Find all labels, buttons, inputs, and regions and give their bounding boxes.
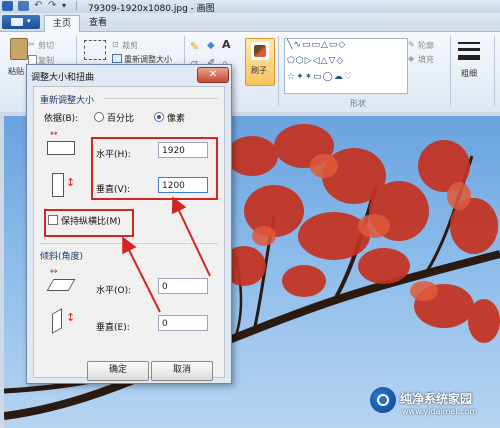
watermark-text: 纯净系统家园 xyxy=(400,392,473,406)
annotation-arrow-dimensions xyxy=(171,196,211,277)
watermark-url: www.yidaimei.com xyxy=(402,407,478,416)
annotation-arrow-aspect xyxy=(122,236,161,313)
watermark-logo xyxy=(370,387,396,413)
annotation-arrows xyxy=(122,196,211,313)
watermark-logo-ring xyxy=(377,394,389,406)
